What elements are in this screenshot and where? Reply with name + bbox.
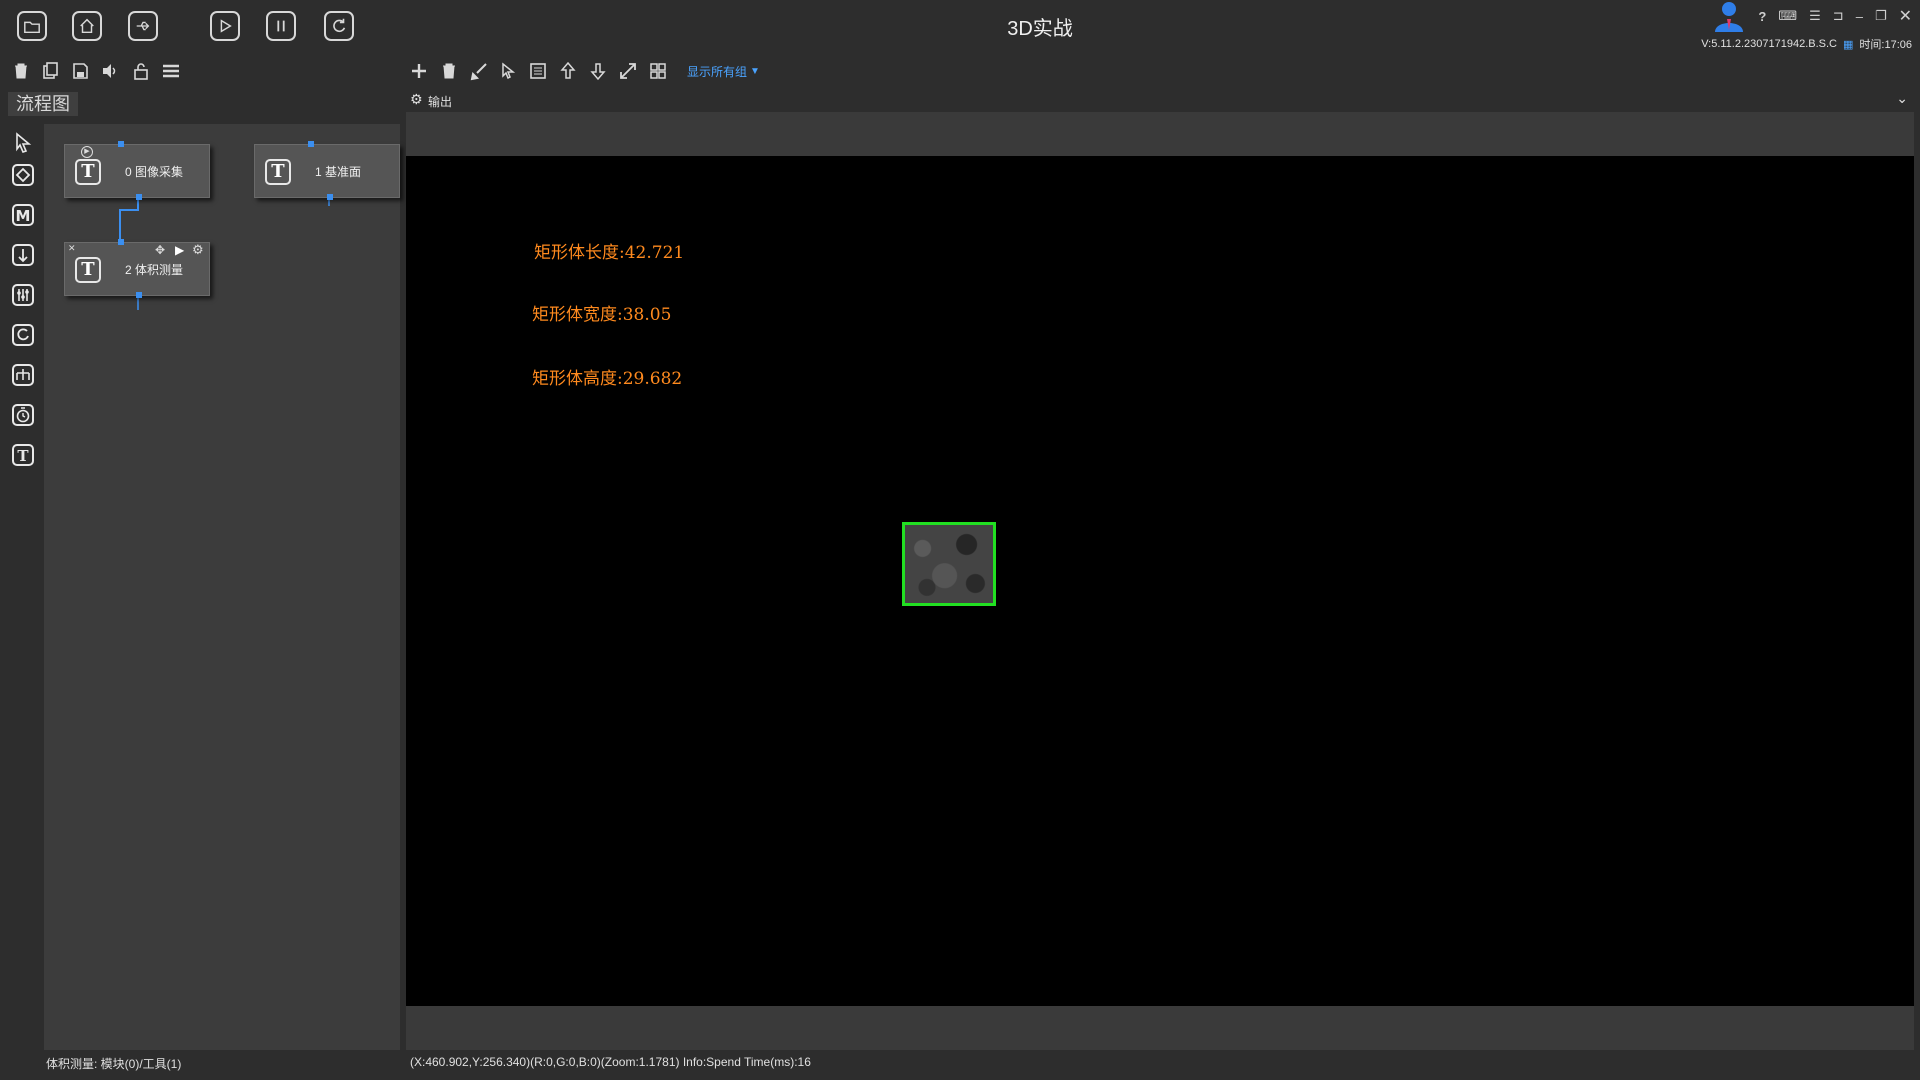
brush-icon[interactable] bbox=[468, 60, 490, 82]
output-panel-header: ⚙ 输出 ⌄ bbox=[406, 88, 1914, 112]
height-measurement-text: 矩形体高度:29.682 bbox=[532, 369, 683, 389]
usb-icon[interactable] bbox=[128, 11, 158, 41]
viewer-bottom-bar bbox=[406, 1006, 1914, 1050]
calculator-icon[interactable] bbox=[527, 60, 549, 82]
move-small-icon[interactable]: ✥ bbox=[155, 243, 165, 257]
title-bar: 3D实战 ? ⌨ ☰ ⊐ – ❐ ✕ V:5.11.2.2307171942.B… bbox=[0, 0, 1920, 56]
run-icon[interactable] bbox=[210, 11, 240, 41]
output-label: 输出 bbox=[428, 95, 453, 109]
node-label: 1 基准面 bbox=[315, 165, 362, 179]
grid-icon[interactable] bbox=[647, 60, 669, 82]
delete-icon[interactable] bbox=[10, 60, 32, 82]
copy-icon[interactable] bbox=[39, 60, 61, 82]
settings-small-icon[interactable]: ⚙ bbox=[192, 242, 204, 258]
collapse-chevron-icon[interactable]: ⌄ bbox=[1896, 90, 1908, 107]
show-all-groups-dropdown[interactable]: 显示所有组 ▼ bbox=[687, 63, 760, 80]
loop-tool-icon[interactable] bbox=[10, 322, 36, 348]
input-port[interactable] bbox=[308, 141, 314, 147]
text-module-icon: T bbox=[265, 159, 291, 185]
flowchart-canvas[interactable]: ▶ T 0 图像采集 T 1 基准面 ✕ ✥ ▶ ⚙ T 2 体积测量 bbox=[44, 124, 400, 1050]
output-port[interactable] bbox=[136, 194, 142, 200]
gear-icon[interactable]: ⚙ bbox=[410, 91, 423, 108]
pointer-icon[interactable] bbox=[497, 60, 519, 82]
user-avatar-icon[interactable] bbox=[1712, 0, 1746, 32]
svg-text:M: M bbox=[16, 207, 31, 225]
text-tool-icon[interactable]: T bbox=[10, 442, 36, 468]
version-time-line: V:5.11.2.2307171942.B.S.C ▦ 时间:17:06 bbox=[1701, 36, 1912, 52]
tool-strip: M T bbox=[0, 124, 44, 1050]
chevron-down-icon: ▼ bbox=[750, 66, 760, 77]
adjust-tool-icon[interactable] bbox=[10, 282, 36, 308]
flow-node-image-acquisition[interactable]: ▶ T 0 图像采集 bbox=[64, 141, 210, 200]
keyboard-icon[interactable]: ⌨ bbox=[1778, 8, 1797, 24]
app-title: 3D实战 bbox=[1007, 18, 1073, 40]
output-port[interactable] bbox=[136, 292, 142, 298]
pin-icon[interactable]: ⊐ bbox=[1833, 8, 1844, 24]
viewer-top-bar bbox=[406, 112, 1914, 156]
expand-icon[interactable] bbox=[617, 60, 639, 82]
loop-run-icon[interactable] bbox=[324, 11, 354, 41]
flow-node-reference-plane[interactable]: T 1 基准面 bbox=[254, 141, 400, 200]
hierarchy-tool-icon[interactable] bbox=[10, 362, 36, 388]
version-text: V:5.11.2.2307171942.B.S.C bbox=[1701, 38, 1837, 50]
input-port[interactable] bbox=[118, 239, 124, 245]
image-viewer[interactable]: 矩形体长度:42.721 矩形体宽度:38.05 矩形体高度:29.682 bbox=[406, 156, 1914, 1006]
add-icon[interactable] bbox=[408, 60, 430, 82]
play-small-icon: ▶ bbox=[81, 146, 93, 158]
run-small-icon[interactable]: ▶ bbox=[175, 243, 184, 257]
sound-icon[interactable] bbox=[99, 60, 121, 82]
module-tool-icon[interactable]: M bbox=[10, 202, 36, 228]
pause-icon[interactable] bbox=[266, 11, 296, 41]
input-port[interactable] bbox=[118, 141, 124, 147]
tab-flowchart[interactable]: 流程图 bbox=[8, 92, 78, 116]
status-left-text: 体积测量: 模块(0)/工具(1) bbox=[46, 1057, 182, 1071]
trash-icon[interactable] bbox=[438, 60, 460, 82]
svg-text:T: T bbox=[17, 447, 29, 465]
show-groups-label: 显示所有组 bbox=[687, 65, 748, 79]
close-button[interactable]: ✕ bbox=[1899, 6, 1912, 26]
time-text: 时间:17:06 bbox=[1859, 39, 1912, 51]
select-tool-icon[interactable] bbox=[10, 130, 36, 156]
open-folder-icon[interactable] bbox=[17, 11, 47, 41]
list-icon[interactable] bbox=[160, 60, 182, 82]
home-icon[interactable] bbox=[72, 11, 102, 41]
calendar-icon: ▦ bbox=[1843, 38, 1854, 51]
menu-icon[interactable]: ☰ bbox=[1809, 8, 1821, 24]
flow-node-volume-measurement[interactable]: ✕ ✥ ▶ ⚙ T 2 体积测量 bbox=[64, 239, 210, 298]
length-measurement-text: 矩形体长度:42.721 bbox=[534, 243, 685, 263]
save-icon[interactable] bbox=[69, 60, 91, 82]
move-up-icon[interactable] bbox=[557, 60, 579, 82]
restore-button[interactable]: ❐ bbox=[1875, 8, 1887, 24]
shape-tool-icon[interactable] bbox=[10, 162, 36, 188]
close-small-icon[interactable]: ✕ bbox=[68, 243, 76, 254]
text-module-icon: T bbox=[75, 257, 101, 283]
output-port[interactable] bbox=[327, 194, 333, 200]
timer-tool-icon[interactable] bbox=[10, 402, 36, 428]
status-right-text: (X:460.902,Y:256.340)(R:0,G:0,B:0)(Zoom:… bbox=[410, 1055, 811, 1069]
unlock-icon[interactable] bbox=[130, 60, 152, 82]
move-down-icon[interactable] bbox=[587, 60, 609, 82]
text-module-icon: T bbox=[75, 159, 101, 185]
node-label: 2 体积测量 bbox=[125, 263, 184, 277]
minimize-button[interactable]: – bbox=[1856, 9, 1863, 24]
window-controls: ? ⌨ ☰ ⊐ – ❐ ✕ bbox=[1712, 2, 1912, 32]
node-label: 0 图像采集 bbox=[125, 165, 184, 179]
download-tool-icon[interactable] bbox=[10, 242, 36, 268]
help-button[interactable]: ? bbox=[1758, 9, 1766, 24]
width-measurement-text: 矩形体宽度:38.05 bbox=[532, 305, 672, 325]
detected-box-roi bbox=[902, 522, 996, 606]
